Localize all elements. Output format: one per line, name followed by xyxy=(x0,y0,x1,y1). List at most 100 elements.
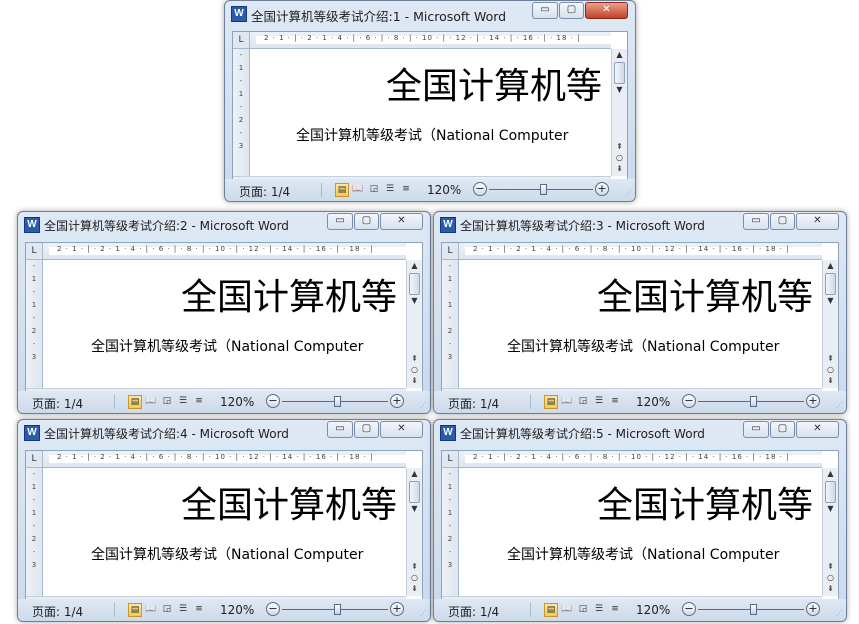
scroll-down-icon[interactable]: ▼ xyxy=(823,503,838,515)
minimize-button[interactable]: ▭ xyxy=(327,213,353,230)
draft-view-icon[interactable]: ≡ xyxy=(608,603,622,617)
print-layout-view-icon[interactable]: ▤ xyxy=(544,395,558,409)
resize-grip-icon[interactable]: ⋰ xyxy=(836,402,844,411)
zoom-level[interactable]: 120% xyxy=(220,395,254,409)
horizontal-ruler[interactable]: 2 · 1 · | · 2 · 1 · 4 · | · 6 · | · 8 · … xyxy=(43,243,406,260)
full-screen-reading-view-icon[interactable]: 📖 xyxy=(144,603,158,617)
maximize-button[interactable]: ▢ xyxy=(770,421,795,438)
word-window-1[interactable]: W 全国计算机等级考试介绍:1 - Microsoft Word ▭ ▢ ✕ L… xyxy=(224,0,636,202)
word-window-5[interactable]: W 全国计算机等级考试介绍:5 - Microsoft Word ▭ ▢ ✕ L… xyxy=(433,419,847,622)
title-bar[interactable]: W 全国计算机等级考试介绍:4 - Microsoft Word ▭ ▢ ✕ xyxy=(18,420,430,444)
zoom-level[interactable]: 120% xyxy=(427,183,461,197)
document-page[interactable]: 全国计算机等 全国计算机等级考试（National Computer xyxy=(43,260,406,388)
vertical-scrollbar[interactable]: ▲ ▼ ⇞ ○ ⇟ xyxy=(822,260,838,388)
zoom-level[interactable]: 120% xyxy=(636,603,670,617)
tab-selector-button[interactable]: L xyxy=(233,32,250,49)
vertical-ruler[interactable]: - 1 - 1 - 2 - 3 xyxy=(26,260,43,388)
scroll-up-icon[interactable]: ▲ xyxy=(823,468,838,480)
scroll-up-icon[interactable]: ▲ xyxy=(407,260,422,272)
zoom-slider-thumb[interactable] xyxy=(334,604,341,615)
close-button[interactable]: ✕ xyxy=(380,213,423,230)
page-count[interactable]: 页面: 1/4 xyxy=(32,603,83,620)
outline-view-icon[interactable]: ☰ xyxy=(383,183,397,197)
word-window-4[interactable]: W 全国计算机等级考试介绍:4 - Microsoft Word ▭ ▢ ✕ L… xyxy=(17,419,431,622)
previous-page-icon[interactable]: ⇞ xyxy=(612,142,627,152)
zoom-out-button[interactable]: − xyxy=(473,182,487,196)
print-layout-view-icon[interactable]: ▤ xyxy=(128,603,142,617)
select-browse-object-icon[interactable]: ○ xyxy=(823,573,838,583)
resize-grip-icon[interactable]: ⋰ xyxy=(836,610,844,619)
maximize-button[interactable]: ▢ xyxy=(354,421,379,438)
document-page[interactable]: 全国计算机等 全国计算机等级考试（National Computer xyxy=(43,468,406,596)
web-layout-view-icon[interactable]: ◲ xyxy=(576,395,590,409)
web-layout-view-icon[interactable]: ◲ xyxy=(160,395,174,409)
word-window-2[interactable]: W 全国计算机等级考试介绍:2 - Microsoft Word ▭ ▢ ✕ L… xyxy=(17,211,431,414)
draft-view-icon[interactable]: ≡ xyxy=(608,395,622,409)
zoom-slider-thumb[interactable] xyxy=(540,184,547,195)
title-bar[interactable]: W 全国计算机等级考试介绍:1 - Microsoft Word ▭ ▢ ✕ xyxy=(225,1,635,25)
scroll-down-icon[interactable]: ▼ xyxy=(612,84,627,96)
draft-view-icon[interactable]: ≡ xyxy=(192,603,206,617)
page-count[interactable]: 页面: 1/4 xyxy=(239,183,290,200)
full-screen-reading-view-icon[interactable]: 📖 xyxy=(144,395,158,409)
vertical-scrollbar[interactable]: ▲ ▼ ⇞ ○ ⇟ xyxy=(406,260,422,388)
vertical-ruler[interactable]: - 1 - 1 - 2 - 3 xyxy=(26,468,43,596)
word-app-icon[interactable]: W xyxy=(24,217,40,233)
minimize-button[interactable]: ▭ xyxy=(327,421,353,438)
resize-grip-icon[interactable]: ⋰ xyxy=(625,190,633,199)
zoom-slider-thumb[interactable] xyxy=(334,396,341,407)
vertical-scrollbar[interactable]: ▲ ▼ ⇞ ○ ⇟ xyxy=(611,49,627,176)
web-layout-view-icon[interactable]: ◲ xyxy=(367,183,381,197)
close-button[interactable]: ✕ xyxy=(585,2,628,19)
scroll-up-icon[interactable]: ▲ xyxy=(612,49,627,61)
draft-view-icon[interactable]: ≡ xyxy=(192,395,206,409)
horizontal-ruler[interactable]: 2 · 1 · | · 2 · 1 · 4 · | · 6 · | · 8 · … xyxy=(250,32,611,49)
minimize-button[interactable]: ▭ xyxy=(743,421,769,438)
vertical-scroll-thumb[interactable] xyxy=(825,481,836,503)
zoom-level[interactable]: 120% xyxy=(220,603,254,617)
scroll-down-icon[interactable]: ▼ xyxy=(407,295,422,307)
previous-page-icon[interactable]: ⇞ xyxy=(823,354,838,364)
zoom-in-button[interactable]: + xyxy=(390,602,404,616)
outline-view-icon[interactable]: ☰ xyxy=(176,603,190,617)
web-layout-view-icon[interactable]: ◲ xyxy=(576,603,590,617)
zoom-out-button[interactable]: − xyxy=(266,394,280,408)
resize-grip-icon[interactable]: ⋰ xyxy=(420,610,428,619)
zoom-slider-thumb[interactable] xyxy=(750,396,757,407)
close-button[interactable]: ✕ xyxy=(380,421,423,438)
page-count[interactable]: 页面: 1/4 xyxy=(448,395,499,412)
vertical-ruler[interactable]: - 1 - 1 - 2 - 3 xyxy=(442,260,459,388)
outline-view-icon[interactable]: ☰ xyxy=(176,395,190,409)
zoom-level[interactable]: 120% xyxy=(636,395,670,409)
minimize-button[interactable]: ▭ xyxy=(743,213,769,230)
word-app-icon[interactable]: W xyxy=(440,217,456,233)
vertical-scroll-thumb[interactable] xyxy=(409,273,420,295)
word-app-icon[interactable]: W xyxy=(231,6,247,22)
previous-page-icon[interactable]: ⇞ xyxy=(407,354,422,364)
next-page-icon[interactable]: ⇟ xyxy=(407,584,422,594)
full-screen-reading-view-icon[interactable]: 📖 xyxy=(560,603,574,617)
document-page[interactable]: 全国计算机等 全国计算机等级考试（National Computer xyxy=(250,49,611,176)
tab-selector-button[interactable]: L xyxy=(442,243,459,260)
document-page[interactable]: 全国计算机等 全国计算机等级考试（National Computer xyxy=(459,468,822,596)
previous-page-icon[interactable]: ⇞ xyxy=(823,562,838,572)
title-bar[interactable]: W 全国计算机等级考试介绍:5 - Microsoft Word ▭ ▢ ✕ xyxy=(434,420,846,444)
vertical-ruler[interactable]: - 1 - 1 - 2 - 3 xyxy=(233,49,250,176)
select-browse-object-icon[interactable]: ○ xyxy=(612,153,627,163)
tab-selector-button[interactable]: L xyxy=(26,451,43,468)
zoom-out-button[interactable]: − xyxy=(682,394,696,408)
maximize-button[interactable]: ▢ xyxy=(559,2,584,19)
tab-selector-button[interactable]: L xyxy=(26,243,43,260)
outline-view-icon[interactable]: ☰ xyxy=(592,603,606,617)
scroll-up-icon[interactable]: ▲ xyxy=(823,260,838,272)
web-layout-view-icon[interactable]: ◲ xyxy=(160,603,174,617)
page-count[interactable]: 页面: 1/4 xyxy=(448,603,499,620)
vertical-scroll-thumb[interactable] xyxy=(825,273,836,295)
select-browse-object-icon[interactable]: ○ xyxy=(407,365,422,375)
tab-selector-button[interactable]: L xyxy=(442,451,459,468)
full-screen-reading-view-icon[interactable]: 📖 xyxy=(560,395,574,409)
vertical-scrollbar[interactable]: ▲ ▼ ⇞ ○ ⇟ xyxy=(406,468,422,596)
horizontal-ruler[interactable]: 2 · 1 · | · 2 · 1 · 4 · | · 6 · | · 8 · … xyxy=(459,243,822,260)
next-page-icon[interactable]: ⇟ xyxy=(407,376,422,386)
zoom-slider-thumb[interactable] xyxy=(750,604,757,615)
